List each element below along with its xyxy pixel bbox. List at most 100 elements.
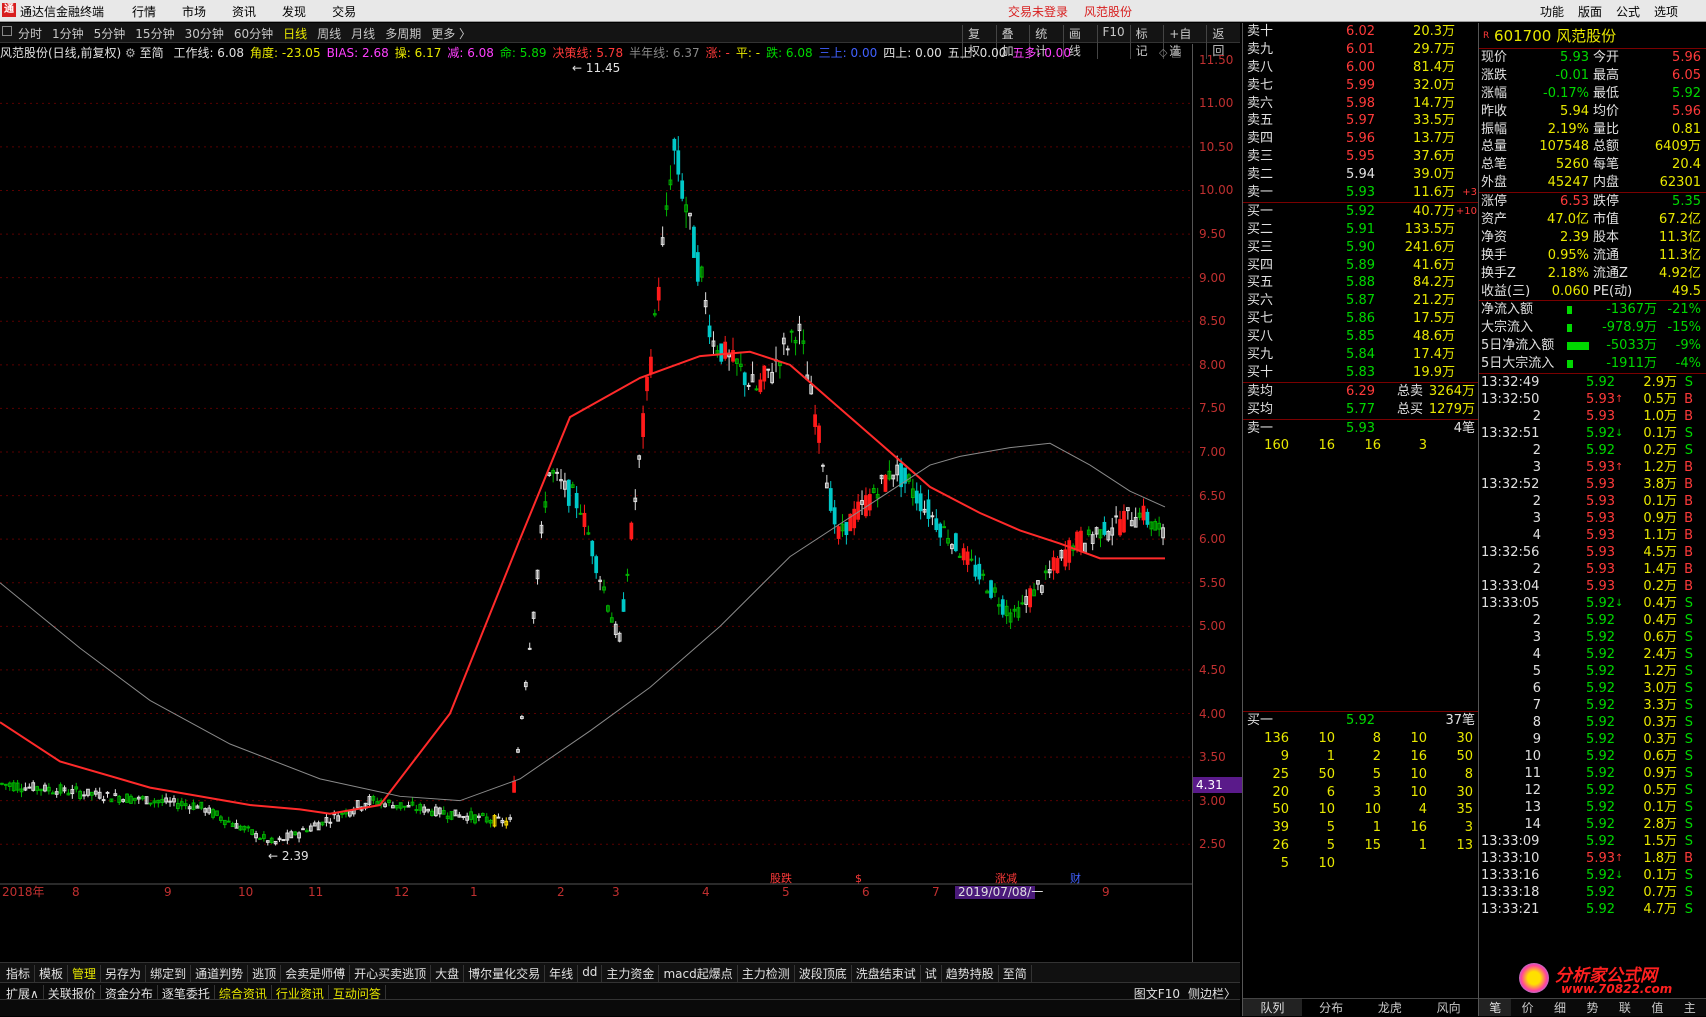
stat-value: 2.18% bbox=[1547, 265, 1589, 281]
tick-tab[interactable]: 笔 bbox=[1479, 999, 1512, 1016]
tick-tab[interactable]: 细 bbox=[1544, 999, 1576, 1016]
menu-item[interactable]: 功能 bbox=[1540, 3, 1564, 20]
formula-tab[interactable]: 博尔量化交易 bbox=[464, 965, 546, 982]
menu-item[interactable]: 行情 bbox=[132, 3, 156, 20]
menu-item[interactable]: 版面 bbox=[1578, 3, 1602, 20]
period-tab[interactable]: 30分钟 bbox=[185, 25, 224, 42]
book-price: 5.85 bbox=[1346, 329, 1375, 345]
tick-price: 5.92 bbox=[1586, 426, 1615, 442]
tick-side: B bbox=[1684, 511, 1693, 527]
panel-toggle-icon[interactable] bbox=[2, 26, 12, 36]
queue-row: 5 10 bbox=[1243, 855, 1478, 873]
tick-tab[interactable]: 势 bbox=[1576, 999, 1608, 1016]
indicator-value: 五上: 0.00 bbox=[947, 46, 1007, 60]
tick-time: 7 bbox=[1532, 698, 1541, 714]
book-delta: +3 bbox=[1462, 187, 1477, 199]
formula-tab[interactable]: 管理 bbox=[68, 965, 102, 982]
period-tab[interactable]: 15分钟 bbox=[135, 25, 174, 42]
formula-tab[interactable]: 指标 bbox=[2, 965, 36, 982]
formula-tab[interactable]: 主力检测 bbox=[738, 965, 795, 982]
trade-login-status[interactable]: 交易未登录 bbox=[1008, 3, 1068, 20]
period-tab[interactable]: 1分钟 bbox=[52, 25, 84, 42]
formula-tab[interactable]: 通道判势 bbox=[191, 965, 249, 982]
orderbook-tab[interactable]: 队列 bbox=[1243, 999, 1302, 1016]
formula-tab[interactable]: 模板 bbox=[35, 965, 69, 982]
period-tab[interactable]: 60分钟 bbox=[234, 25, 273, 42]
tick-arrow bbox=[1615, 527, 1625, 544]
range-label: 2019/07/08/一 bbox=[958, 885, 1043, 899]
formula-tab[interactable]: 趋势持股 bbox=[942, 965, 999, 982]
period-tab[interactable]: 周线 bbox=[317, 25, 341, 42]
tick-time: 2 bbox=[1532, 494, 1541, 510]
avg-price: 6.29 bbox=[1346, 383, 1375, 399]
tick-row: 2 5.93 1.0万 B bbox=[1479, 408, 1706, 425]
indicator-mode[interactable]: 至简 bbox=[140, 46, 164, 60]
tick-arrow bbox=[1615, 680, 1625, 697]
orderbook-tab[interactable]: 风向 bbox=[1419, 999, 1478, 1016]
period-tab[interactable]: 分时 bbox=[18, 25, 42, 42]
period-tab[interactable]: 月线 bbox=[351, 25, 375, 42]
book-price: 6.02 bbox=[1346, 24, 1375, 39]
price-tick: 9.00 bbox=[1199, 270, 1226, 285]
formula-tab[interactable]: 年线 bbox=[545, 965, 579, 982]
formula-tab[interactable]: 主力资金 bbox=[602, 965, 660, 982]
formula-tab[interactable]: 试 bbox=[921, 965, 942, 982]
bid-row: 买七 5.86 17.5万 bbox=[1243, 310, 1478, 328]
formula-tab[interactable]: 开心买卖逃顶 bbox=[350, 965, 432, 982]
tick-tab[interactable]: 价 bbox=[1511, 999, 1543, 1016]
period-tab[interactable]: 日线 bbox=[283, 25, 307, 42]
period-tab[interactable]: 更多 〉 bbox=[431, 25, 471, 42]
tick-side: B bbox=[1684, 477, 1693, 493]
stat-label: 振幅 bbox=[1481, 121, 1508, 137]
tick-arrow bbox=[1615, 561, 1625, 578]
candle-body bbox=[1055, 558, 1060, 574]
menu-item[interactable]: 交易 bbox=[332, 3, 356, 20]
period-tab[interactable]: 5分钟 bbox=[94, 25, 126, 42]
stat-label: 资产 bbox=[1481, 212, 1508, 228]
candle-body bbox=[281, 839, 286, 842]
menu-item[interactable]: 发现 bbox=[282, 3, 306, 20]
book-volume: 39.0万 bbox=[1413, 167, 1455, 183]
period-tab[interactable]: 多周期 bbox=[385, 25, 421, 42]
formula-tab[interactable]: 会卖是师傅 bbox=[281, 965, 351, 982]
tick-tab[interactable]: 主 bbox=[1674, 999, 1706, 1016]
menu-item[interactable]: 市场 bbox=[182, 3, 206, 20]
kline-chart[interactable]: ← 11.45← 2.392018年891011121234567892019/… bbox=[0, 62, 1192, 962]
formula-tab[interactable]: dd bbox=[578, 965, 603, 982]
tick-side: S bbox=[1684, 902, 1693, 918]
orderbook-tab[interactable]: 分布 bbox=[1302, 999, 1361, 1016]
tick-volume: 0.2万 bbox=[1643, 579, 1677, 595]
queue-order: 5 bbox=[1326, 838, 1335, 854]
formula-tab[interactable]: 绑定到 bbox=[146, 965, 192, 982]
formula-tab[interactable]: 洗盘结束试 bbox=[852, 965, 921, 982]
formula-tab[interactable]: 另存为 bbox=[101, 965, 147, 982]
orderbook-tab[interactable]: 龙虎 bbox=[1361, 999, 1420, 1016]
tick-time: 12 bbox=[1524, 783, 1541, 799]
tick-row: 8 5.92 0.3万 S bbox=[1479, 714, 1706, 731]
low-annotation: ← 2.39 bbox=[268, 849, 309, 863]
settings-icon[interactable]: ⚙ bbox=[125, 46, 136, 60]
book-level-label: 买六 bbox=[1247, 293, 1274, 309]
formula-tab[interactable]: 逃顶 bbox=[248, 965, 282, 982]
menu-item[interactable]: 选项 bbox=[1654, 3, 1678, 20]
tick-volume: 1.0万 bbox=[1643, 409, 1677, 425]
bid-row: 买八 5.85 48.6万 bbox=[1243, 328, 1478, 346]
tick-tab[interactable]: 值 bbox=[1641, 999, 1673, 1016]
formula-tab[interactable]: 波段顶底 bbox=[795, 965, 852, 982]
tick-arrow bbox=[1615, 765, 1625, 782]
tick-tab[interactable]: 联 bbox=[1609, 999, 1641, 1016]
book-volume: 19.9万 bbox=[1413, 364, 1455, 380]
menu-item[interactable]: 资讯 bbox=[232, 3, 256, 20]
stat-row: 净资 2.39 股本 11.3亿 bbox=[1479, 229, 1706, 247]
candle-body bbox=[258, 837, 262, 840]
formula-tab[interactable]: 至简 bbox=[999, 965, 1032, 982]
price-tick: 6.00 bbox=[1199, 532, 1226, 547]
tick-volume: 3.3万 bbox=[1643, 698, 1677, 714]
watermark-logo-icon bbox=[1519, 963, 1549, 993]
formula-tab[interactable]: 大盘 bbox=[431, 965, 465, 982]
chart-window-buttons[interactable]: ◇ ▣ bbox=[1159, 46, 1181, 59]
tick-side: B bbox=[1684, 851, 1693, 867]
tick-price: 5.92 bbox=[1586, 698, 1615, 714]
formula-tab[interactable]: macd起爆点 bbox=[659, 965, 738, 982]
menu-item[interactable]: 公式 bbox=[1616, 3, 1640, 20]
